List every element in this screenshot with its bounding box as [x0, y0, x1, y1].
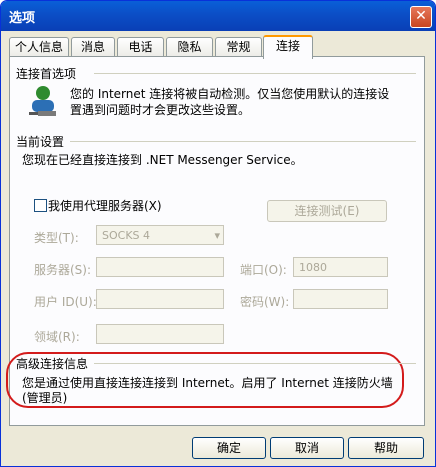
- type-select-value: SOCKS 4: [102, 229, 151, 242]
- close-button[interactable]: ✕: [410, 6, 432, 28]
- port-label: 端口(O):: [240, 263, 287, 277]
- title-bar[interactable]: 选项 ✕: [1, 1, 435, 31]
- current-settings-text: 您现在已经直接连接到 .NET Messenger Service。: [22, 153, 303, 167]
- divider: [70, 141, 416, 142]
- connection-panel: 连接首选项 您的 Internet 连接将被自动检测。仅当您使用默认的连接设 置…: [6, 56, 425, 426]
- tab-general[interactable]: 常规: [215, 37, 262, 57]
- userid-label: 用户 ID(U):: [34, 295, 97, 309]
- close-icon: ✕: [415, 8, 427, 24]
- cancel-button[interactable]: 取消: [270, 437, 344, 459]
- network-user-icon: [29, 86, 56, 116]
- domain-label: 领域(R):: [34, 330, 80, 344]
- type-select[interactable]: SOCKS 4 ▾: [96, 225, 224, 245]
- tab-phone[interactable]: 电话: [117, 37, 164, 57]
- test-connection-button[interactable]: 连接测试(E): [267, 200, 387, 222]
- password-input[interactable]: [293, 289, 388, 309]
- chevron-down-icon: ▾: [214, 229, 220, 242]
- divider: [94, 73, 416, 74]
- tab-messages[interactable]: 消息: [71, 37, 115, 57]
- userid-input[interactable]: [96, 289, 224, 309]
- server-input[interactable]: [96, 257, 224, 277]
- advanced-text-line2: (管理员): [22, 391, 68, 405]
- port-input[interactable]: 1080: [293, 257, 388, 277]
- window-title: 选项: [9, 11, 36, 26]
- tab-privacy[interactable]: 隐私: [166, 37, 213, 57]
- advanced-text-line1: 您是通过使用直接连接连接到 Internet。启用了 Internet 连接防火…: [22, 376, 393, 390]
- help-button[interactable]: 帮助: [348, 437, 424, 459]
- domain-input[interactable]: [96, 324, 224, 344]
- section-connection-prefs: 连接首选项: [16, 67, 77, 81]
- proxy-checkbox[interactable]: [34, 199, 47, 212]
- section-advanced: 高级连接信息: [16, 357, 89, 371]
- connection-prefs-text-line1: 您的 Internet 连接将被自动检测。仅当您使用默认的连接设: [70, 87, 390, 101]
- connection-prefs-text-line2: 置遇到问题时才会更改这些设置。: [70, 103, 251, 117]
- ok-button[interactable]: 确定: [192, 437, 266, 459]
- divider: [94, 363, 416, 364]
- type-label: 类型(T):: [34, 231, 79, 245]
- tab-personal[interactable]: 个人信息: [9, 37, 69, 57]
- proxy-checkbox-label[interactable]: 我使用代理服务器(X): [48, 197, 162, 214]
- options-dialog: 选项 ✕ 个人信息 消息 电话 隐私 常规 连接 连接首选项 您的 Intern…: [0, 0, 436, 467]
- section-current-settings: 当前设置: [16, 135, 65, 149]
- password-label: 密码(W):: [240, 295, 290, 309]
- tab-connection[interactable]: 连接: [263, 35, 313, 59]
- server-label: 服务器(S):: [34, 263, 92, 277]
